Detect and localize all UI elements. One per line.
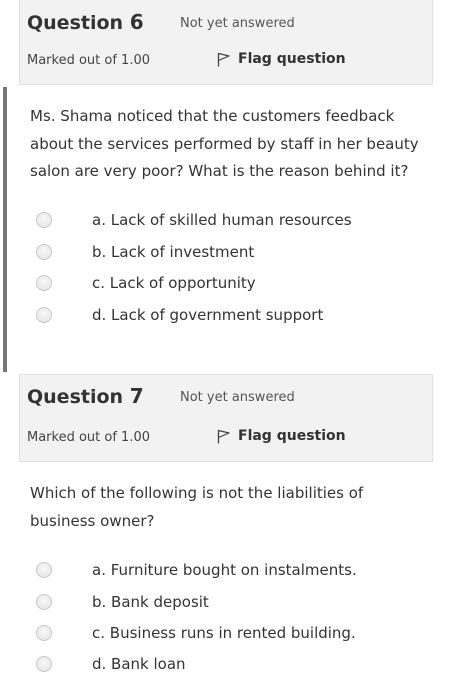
question-label: Question [27, 12, 124, 34]
current-question-indicator [3, 87, 7, 372]
option-label[interactable]: d. Bank loan [92, 655, 186, 673]
question-6-option-d[interactable]: d. Lack of government support [36, 303, 323, 327]
radio-button[interactable] [36, 275, 52, 291]
question-7-state: Not yet answered [180, 390, 295, 405]
option-label[interactable]: c. Lack of opportunity [92, 274, 256, 292]
question-7-option-a[interactable]: a. Furniture bought on instalments. [36, 558, 357, 582]
radio-button[interactable] [36, 307, 52, 323]
question-6-number: Question 6 [27, 10, 144, 34]
question-7-marked-out-of: Marked out of 1.00 [27, 430, 151, 445]
question-7-text: Which of the following is not the liabil… [30, 484, 364, 530]
flag-question-label: Flag question [238, 428, 346, 444]
question-number-value: 6 [129, 10, 144, 34]
flag-question-label: Flag question [238, 51, 346, 67]
radio-button[interactable] [36, 244, 52, 260]
radio-button[interactable] [36, 656, 52, 672]
option-label[interactable]: b. Lack of investment [92, 243, 254, 261]
option-label[interactable]: c. Business runs in rented building. [92, 624, 356, 642]
question-7-info-panel: Question 7 Not yet answered Marked out o… [19, 374, 433, 462]
question-6-state: Not yet answered [180, 16, 295, 31]
question-7-option-d[interactable]: d. Bank loan [36, 652, 186, 676]
question-label: Question [27, 386, 124, 408]
radio-button[interactable] [36, 594, 52, 610]
question-6-option-c[interactable]: c. Lack of opportunity [36, 271, 256, 295]
radio-button[interactable] [36, 625, 52, 641]
question-6-marked-out-of: Marked out of 1.00 [27, 53, 151, 68]
question-6-info-panel: Question 6 Not yet answered Marked out o… [19, 0, 433, 85]
question-7-number: Question 7 [27, 384, 144, 408]
radio-button[interactable] [36, 212, 52, 228]
question-number-value: 7 [129, 384, 144, 408]
option-label[interactable]: a. Lack of skilled human resources [92, 211, 352, 229]
question-6-option-a[interactable]: a. Lack of skilled human resources [36, 208, 352, 232]
question-7-flag-button[interactable]: Flag question [217, 428, 346, 444]
question-7-option-b[interactable]: b. Bank deposit [36, 590, 209, 614]
flag-icon [217, 52, 230, 67]
question-6-option-b[interactable]: b. Lack of investment [36, 240, 254, 264]
question-6-text: Ms. Shama noticed that the customers fee… [30, 107, 419, 180]
question-6-flag-button[interactable]: Flag question [217, 51, 346, 67]
option-label[interactable]: d. Lack of government support [92, 306, 323, 324]
option-label[interactable]: b. Bank deposit [92, 593, 209, 611]
flag-icon [217, 429, 230, 444]
option-label[interactable]: a. Furniture bought on instalments. [92, 561, 357, 579]
radio-button[interactable] [36, 562, 52, 578]
question-7-option-c[interactable]: c. Business runs in rented building. [36, 621, 356, 645]
